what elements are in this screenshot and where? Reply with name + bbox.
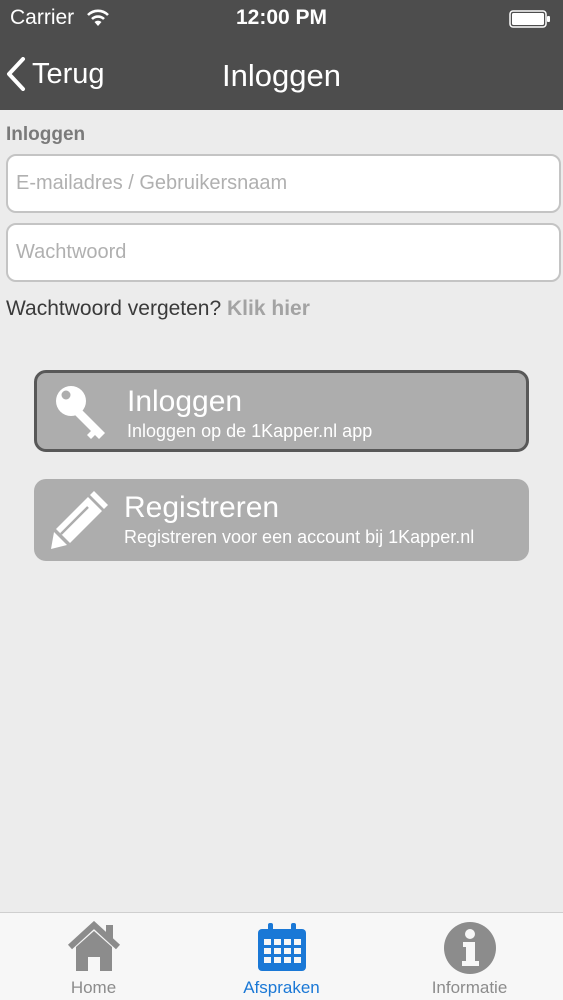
- password-field[interactable]: [6, 223, 561, 282]
- page-title: Inloggen: [222, 58, 341, 93]
- forgot-password-link[interactable]: Klik hier: [227, 297, 310, 320]
- email-field[interactable]: [6, 154, 561, 213]
- pencil-icon: [51, 491, 108, 549]
- register-button[interactable]: Registreren Registreren voor een account…: [34, 479, 529, 561]
- tab-home-label: Home: [70, 978, 117, 997]
- tab-bar: Home Afspraken Informatie: [0, 912, 563, 1000]
- forgot-password-row: Wachtwoord vergeten? Klik hier: [6, 297, 310, 321]
- login-button[interactable]: Inloggen Inloggen op de 1Kapper.nl app: [34, 370, 529, 452]
- login-button-subtitle: Inloggen op de 1Kapper.nl app: [127, 421, 373, 441]
- tab-appointments[interactable]: Afspraken: [188, 913, 375, 1000]
- battery-icon: [509, 10, 550, 28]
- home-icon: [67, 921, 120, 971]
- navigation-bar: Carrier 12:00 PM Terug Inloggen: [0, 0, 563, 110]
- register-button-title: Registreren: [124, 491, 280, 524]
- status-bar: Carrier 12:00 PM: [0, 0, 563, 40]
- register-button-subtitle: Registreren voor een account bij 1Kapper…: [124, 527, 475, 547]
- clock: 12:00 PM: [235, 6, 328, 29]
- tab-home[interactable]: Home: [0, 913, 187, 1000]
- key-icon: [56, 386, 105, 439]
- section-title: Inloggen: [6, 124, 86, 145]
- calendar-icon: [257, 923, 306, 971]
- tab-info-label: Informatie: [431, 978, 508, 997]
- login-button-title: Inloggen: [127, 385, 243, 418]
- tab-info[interactable]: Informatie: [376, 913, 563, 1000]
- info-icon: [443, 922, 496, 974]
- tab-appointments-label: Afspraken: [243, 978, 320, 997]
- forgot-password-text: Wachtwoord vergeten?: [6, 297, 222, 320]
